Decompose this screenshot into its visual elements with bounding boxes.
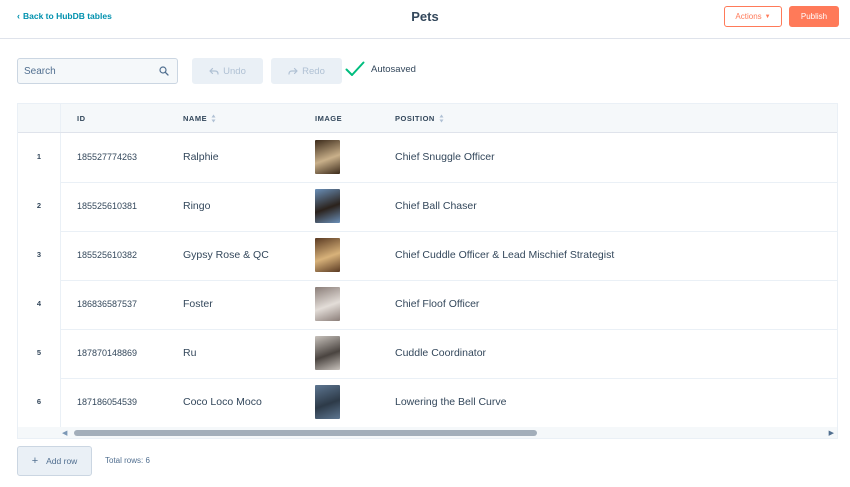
back-link-label: Back to HubDB tables bbox=[23, 11, 112, 21]
pet-image-thumbnail[interactable] bbox=[315, 238, 340, 272]
add-row-label: Add row bbox=[46, 456, 78, 466]
row-number-header bbox=[18, 104, 61, 132]
cell-position[interactable]: Lowering the Bell Curve bbox=[395, 396, 506, 408]
table-row[interactable]: 6 187186054539 Coco Loco Moco Lowering t… bbox=[18, 378, 837, 428]
pet-image-thumbnail[interactable] bbox=[315, 385, 340, 419]
cell-name[interactable]: Ralphie bbox=[183, 151, 219, 163]
cell-position[interactable]: Chief Snuggle Officer bbox=[395, 151, 495, 163]
cell-position[interactable]: Chief Cuddle Officer & Lead Mischief Str… bbox=[395, 249, 614, 261]
chevron-left-icon: ‹ bbox=[17, 11, 20, 21]
table-row[interactable]: 1 185527774263 Ralphie Chief Snuggle Off… bbox=[18, 133, 837, 183]
sort-icon bbox=[211, 114, 216, 123]
actions-button[interactable]: Actions ▼ bbox=[724, 6, 782, 27]
table-row[interactable]: 2 185525610381 Ringo Chief Ball Chaser bbox=[18, 182, 837, 232]
pet-image-thumbnail[interactable] bbox=[315, 140, 340, 174]
column-header-name[interactable]: NAME bbox=[183, 114, 216, 123]
scroll-right-icon[interactable]: ▶ bbox=[829, 429, 834, 437]
undo-label: Undo bbox=[223, 65, 246, 77]
horizontal-scrollbar[interactable]: ◀ ▶ bbox=[18, 427, 837, 438]
row-number-cell: 3 bbox=[18, 231, 61, 280]
scroll-left-icon[interactable]: ◀ bbox=[62, 429, 67, 437]
table-row[interactable]: 5 187870148869 Ru Cuddle Coordinator bbox=[18, 329, 837, 379]
cell-id[interactable]: 185525610382 bbox=[77, 250, 137, 260]
page-title: Pets bbox=[411, 9, 439, 24]
total-rows-count: Total rows: 6 bbox=[105, 456, 150, 465]
cell-position[interactable]: Chief Ball Chaser bbox=[395, 200, 477, 212]
search-field[interactable] bbox=[17, 58, 178, 84]
row-number: 4 bbox=[36, 299, 42, 308]
row-number-cell: 6 bbox=[18, 378, 61, 427]
table-row[interactable]: 4 186836587537 Foster Chief Floof Office… bbox=[18, 280, 837, 330]
row-number-cell: 5 bbox=[18, 329, 61, 378]
cell-name[interactable]: Gypsy Rose & QC bbox=[183, 249, 269, 261]
cell-id[interactable]: 186836587537 bbox=[77, 299, 137, 309]
cell-name[interactable]: Ringo bbox=[183, 200, 210, 212]
row-number-cell: 1 bbox=[18, 133, 61, 182]
row-number: 6 bbox=[36, 397, 42, 406]
autosaved-label: Autosaved bbox=[371, 63, 416, 75]
search-input[interactable] bbox=[18, 59, 150, 83]
column-header-image[interactable]: IMAGE bbox=[315, 114, 342, 123]
autosave-status: Autosaved bbox=[345, 61, 416, 77]
actions-label: Actions bbox=[735, 12, 762, 21]
pet-image-thumbnail[interactable] bbox=[315, 189, 340, 223]
cell-position[interactable]: Chief Floof Officer bbox=[395, 298, 479, 310]
undo-icon bbox=[209, 67, 219, 75]
cell-name[interactable]: Coco Loco Moco bbox=[183, 396, 262, 408]
caret-down-icon: ▼ bbox=[764, 13, 771, 20]
redo-icon bbox=[288, 67, 298, 75]
row-number: 2 bbox=[36, 201, 42, 210]
cell-id[interactable]: 187870148869 bbox=[77, 348, 137, 358]
data-table: ID NAME IMAGE POSITION 1 185527774263 Ra… bbox=[17, 103, 838, 439]
plus-icon: + bbox=[31, 455, 39, 467]
redo-label: Redo bbox=[302, 65, 325, 77]
cell-name[interactable]: Ru bbox=[183, 347, 196, 359]
row-number-cell: 2 bbox=[18, 182, 61, 231]
search-icon bbox=[159, 66, 169, 76]
sort-icon bbox=[439, 114, 444, 123]
cell-id[interactable]: 187186054539 bbox=[77, 397, 137, 407]
cell-id[interactable]: 185527774263 bbox=[77, 152, 137, 162]
cell-id[interactable]: 185525610381 bbox=[77, 201, 137, 211]
pet-image-thumbnail[interactable] bbox=[315, 336, 340, 370]
row-number: 3 bbox=[36, 250, 42, 259]
undo-button[interactable]: Undo bbox=[192, 58, 263, 84]
top-bar: ‹ Back to HubDB tables Pets Actions ▼ Pu… bbox=[0, 0, 850, 39]
pet-image-thumbnail[interactable] bbox=[315, 287, 340, 321]
row-number-cell: 4 bbox=[18, 280, 61, 329]
cell-name[interactable]: Foster bbox=[183, 298, 213, 310]
scrollbar-thumb[interactable] bbox=[74, 430, 537, 436]
back-to-tables-link[interactable]: ‹ Back to HubDB tables bbox=[17, 11, 112, 21]
checkmark-icon bbox=[345, 61, 365, 76]
table-header: ID NAME IMAGE POSITION bbox=[18, 104, 837, 133]
row-number: 1 bbox=[36, 152, 42, 161]
row-number: 5 bbox=[36, 348, 42, 357]
publish-button[interactable]: Publish bbox=[789, 6, 839, 27]
column-header-position[interactable]: POSITION bbox=[395, 114, 444, 123]
table-row[interactable]: 3 185525610382 Gypsy Rose & QC Chief Cud… bbox=[18, 231, 837, 281]
cell-position[interactable]: Cuddle Coordinator bbox=[395, 347, 486, 359]
redo-button[interactable]: Redo bbox=[271, 58, 342, 84]
add-row-button[interactable]: + Add row bbox=[17, 446, 92, 476]
column-header-id[interactable]: ID bbox=[77, 114, 86, 123]
